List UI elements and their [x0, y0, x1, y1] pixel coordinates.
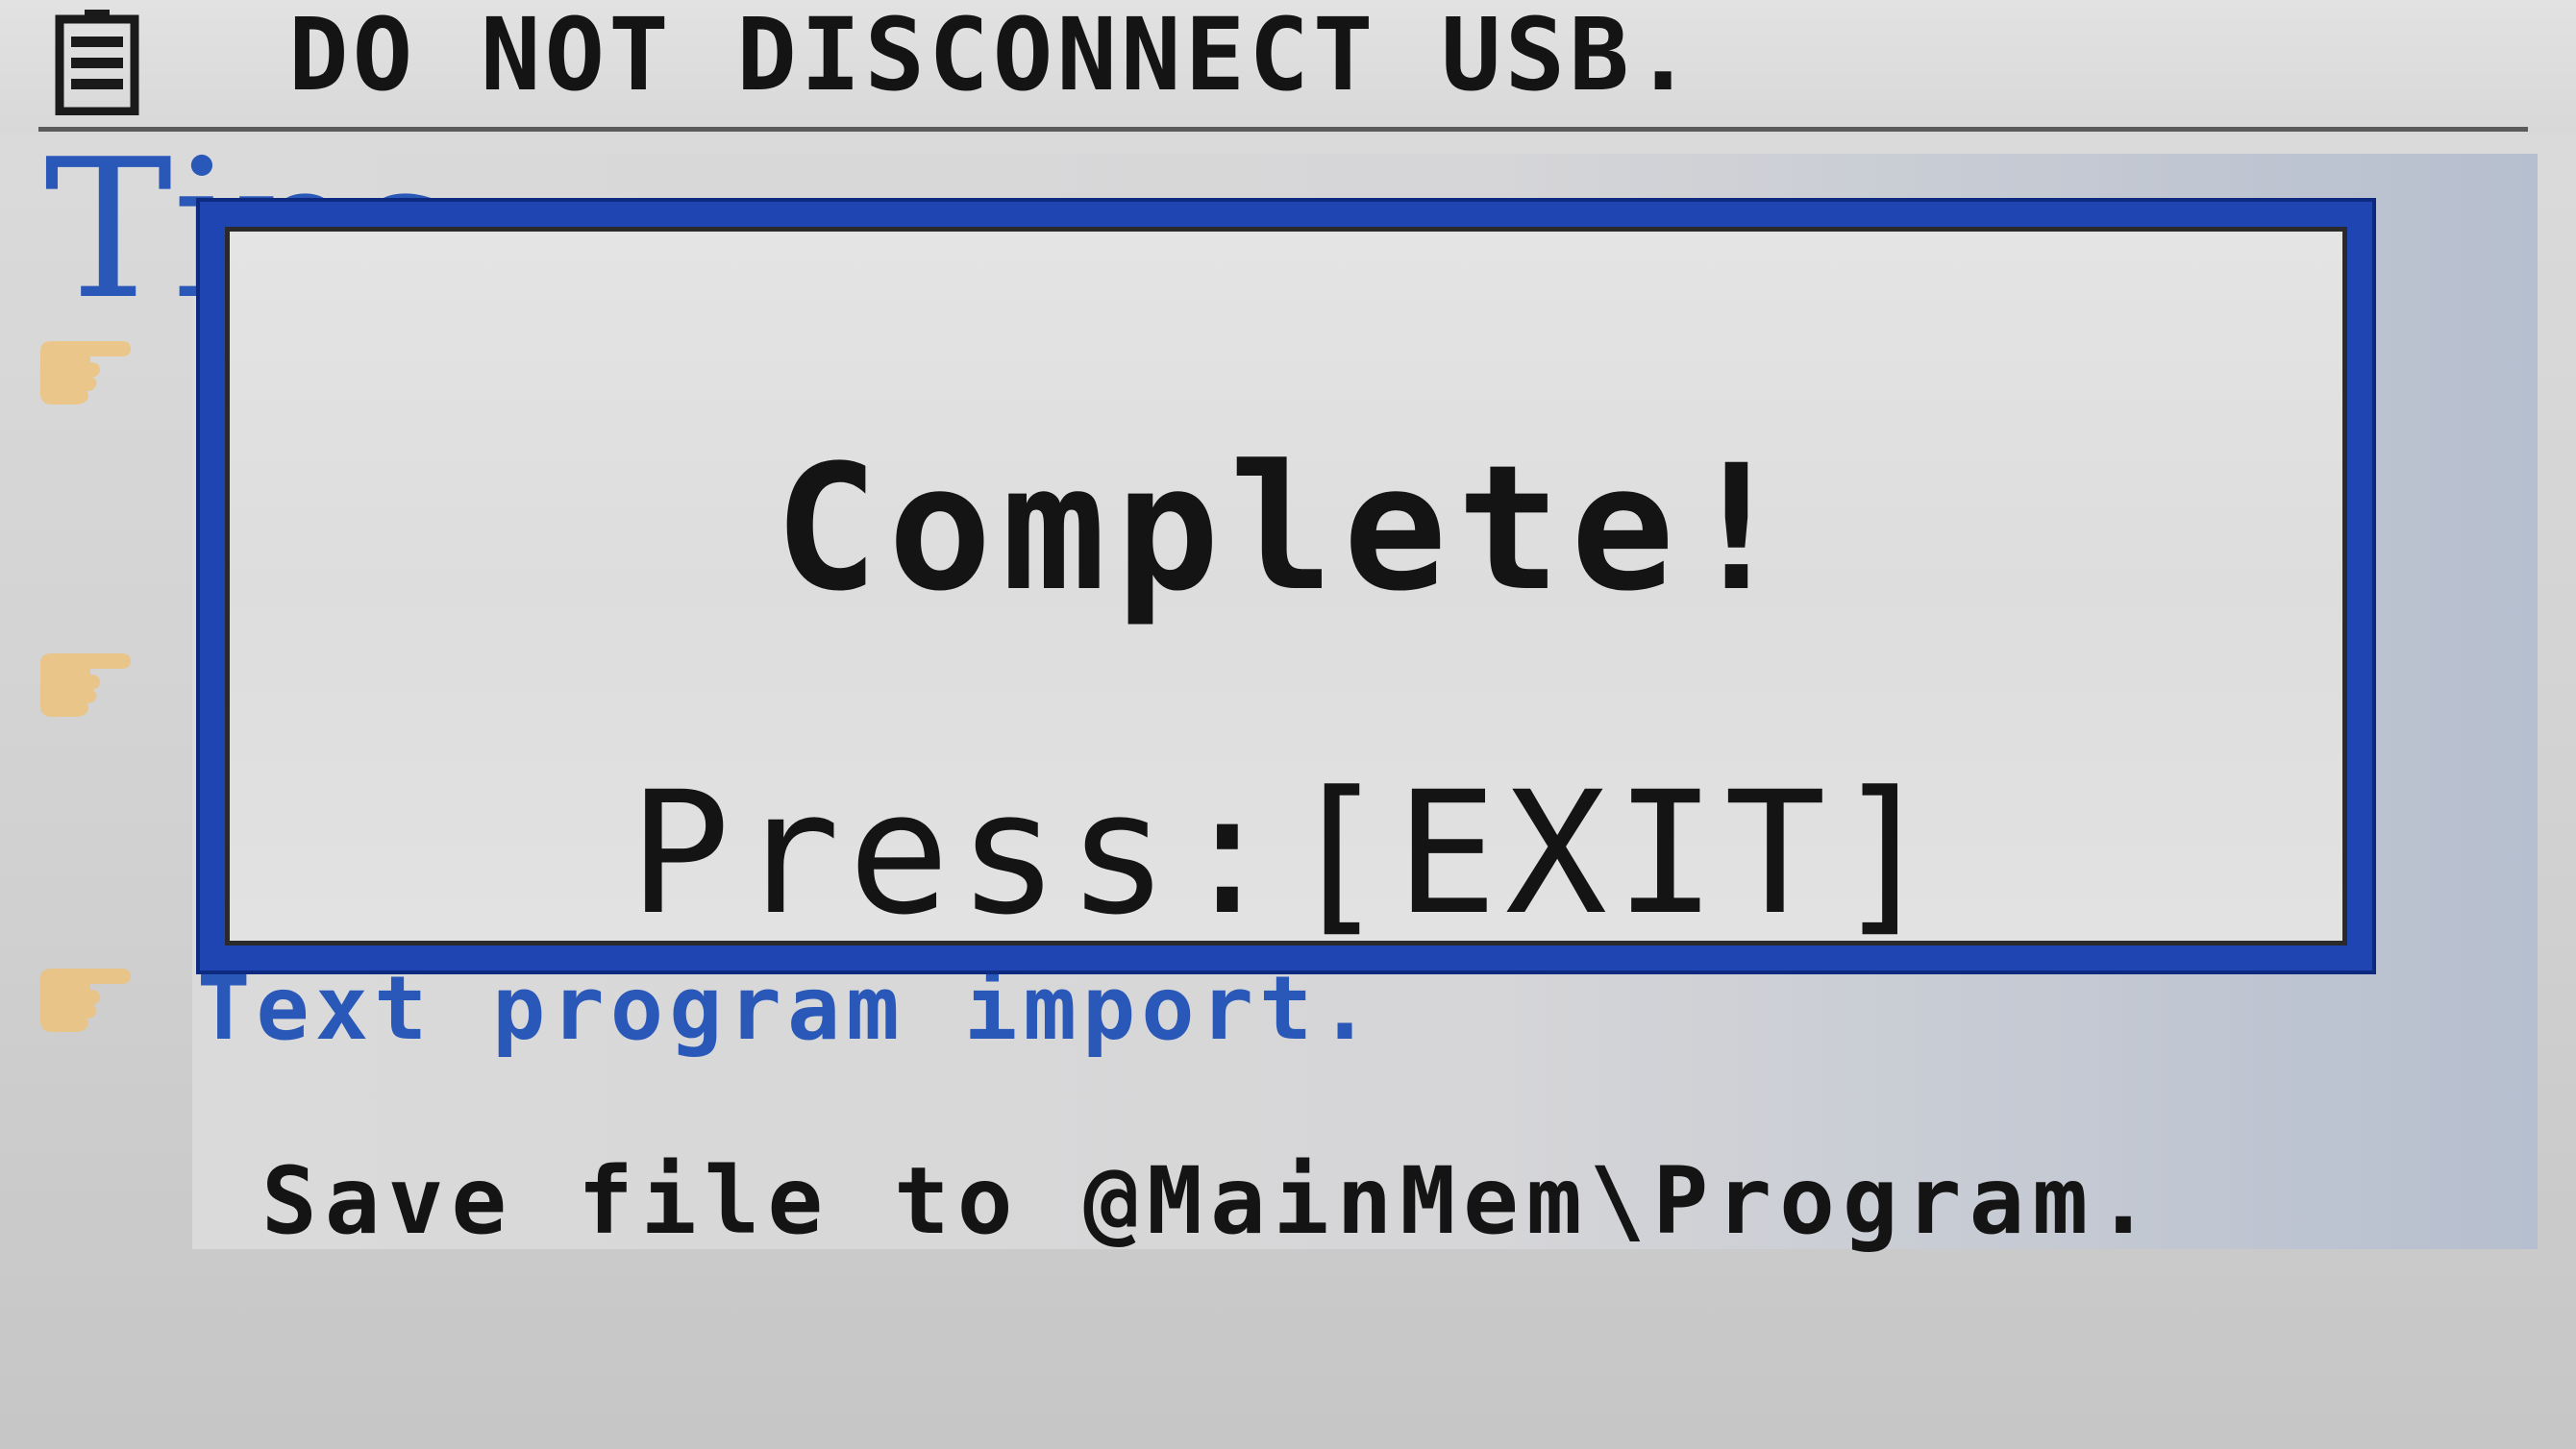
- completion-dialog: Complete! Press:[EXIT]: [200, 202, 2372, 970]
- calculator-screen: DO NOT DISCONNECT USB. Tips Text program…: [0, 0, 2576, 1449]
- status-bar: DO NOT DISCONNECT USB.: [0, 0, 2576, 135]
- pointing-hand-icon: [40, 653, 131, 717]
- dialog-message: Complete!: [774, 429, 1798, 629]
- battery-icon: [55, 10, 139, 115]
- tip-item-detail: Save file to @MainMem\Program.: [261, 1147, 2159, 1255]
- usb-warning-text: DO NOT DISCONNECT USB.: [288, 0, 1697, 113]
- pointing-hand-icon: [40, 341, 131, 405]
- pointing-hand-icon: [40, 969, 131, 1032]
- tip-item-label: Text program import.: [197, 957, 1377, 1060]
- exit-instruction: Press:[EXIT]: [629, 755, 1944, 952]
- dialog-body: Complete! Press:[EXIT]: [225, 227, 2347, 950]
